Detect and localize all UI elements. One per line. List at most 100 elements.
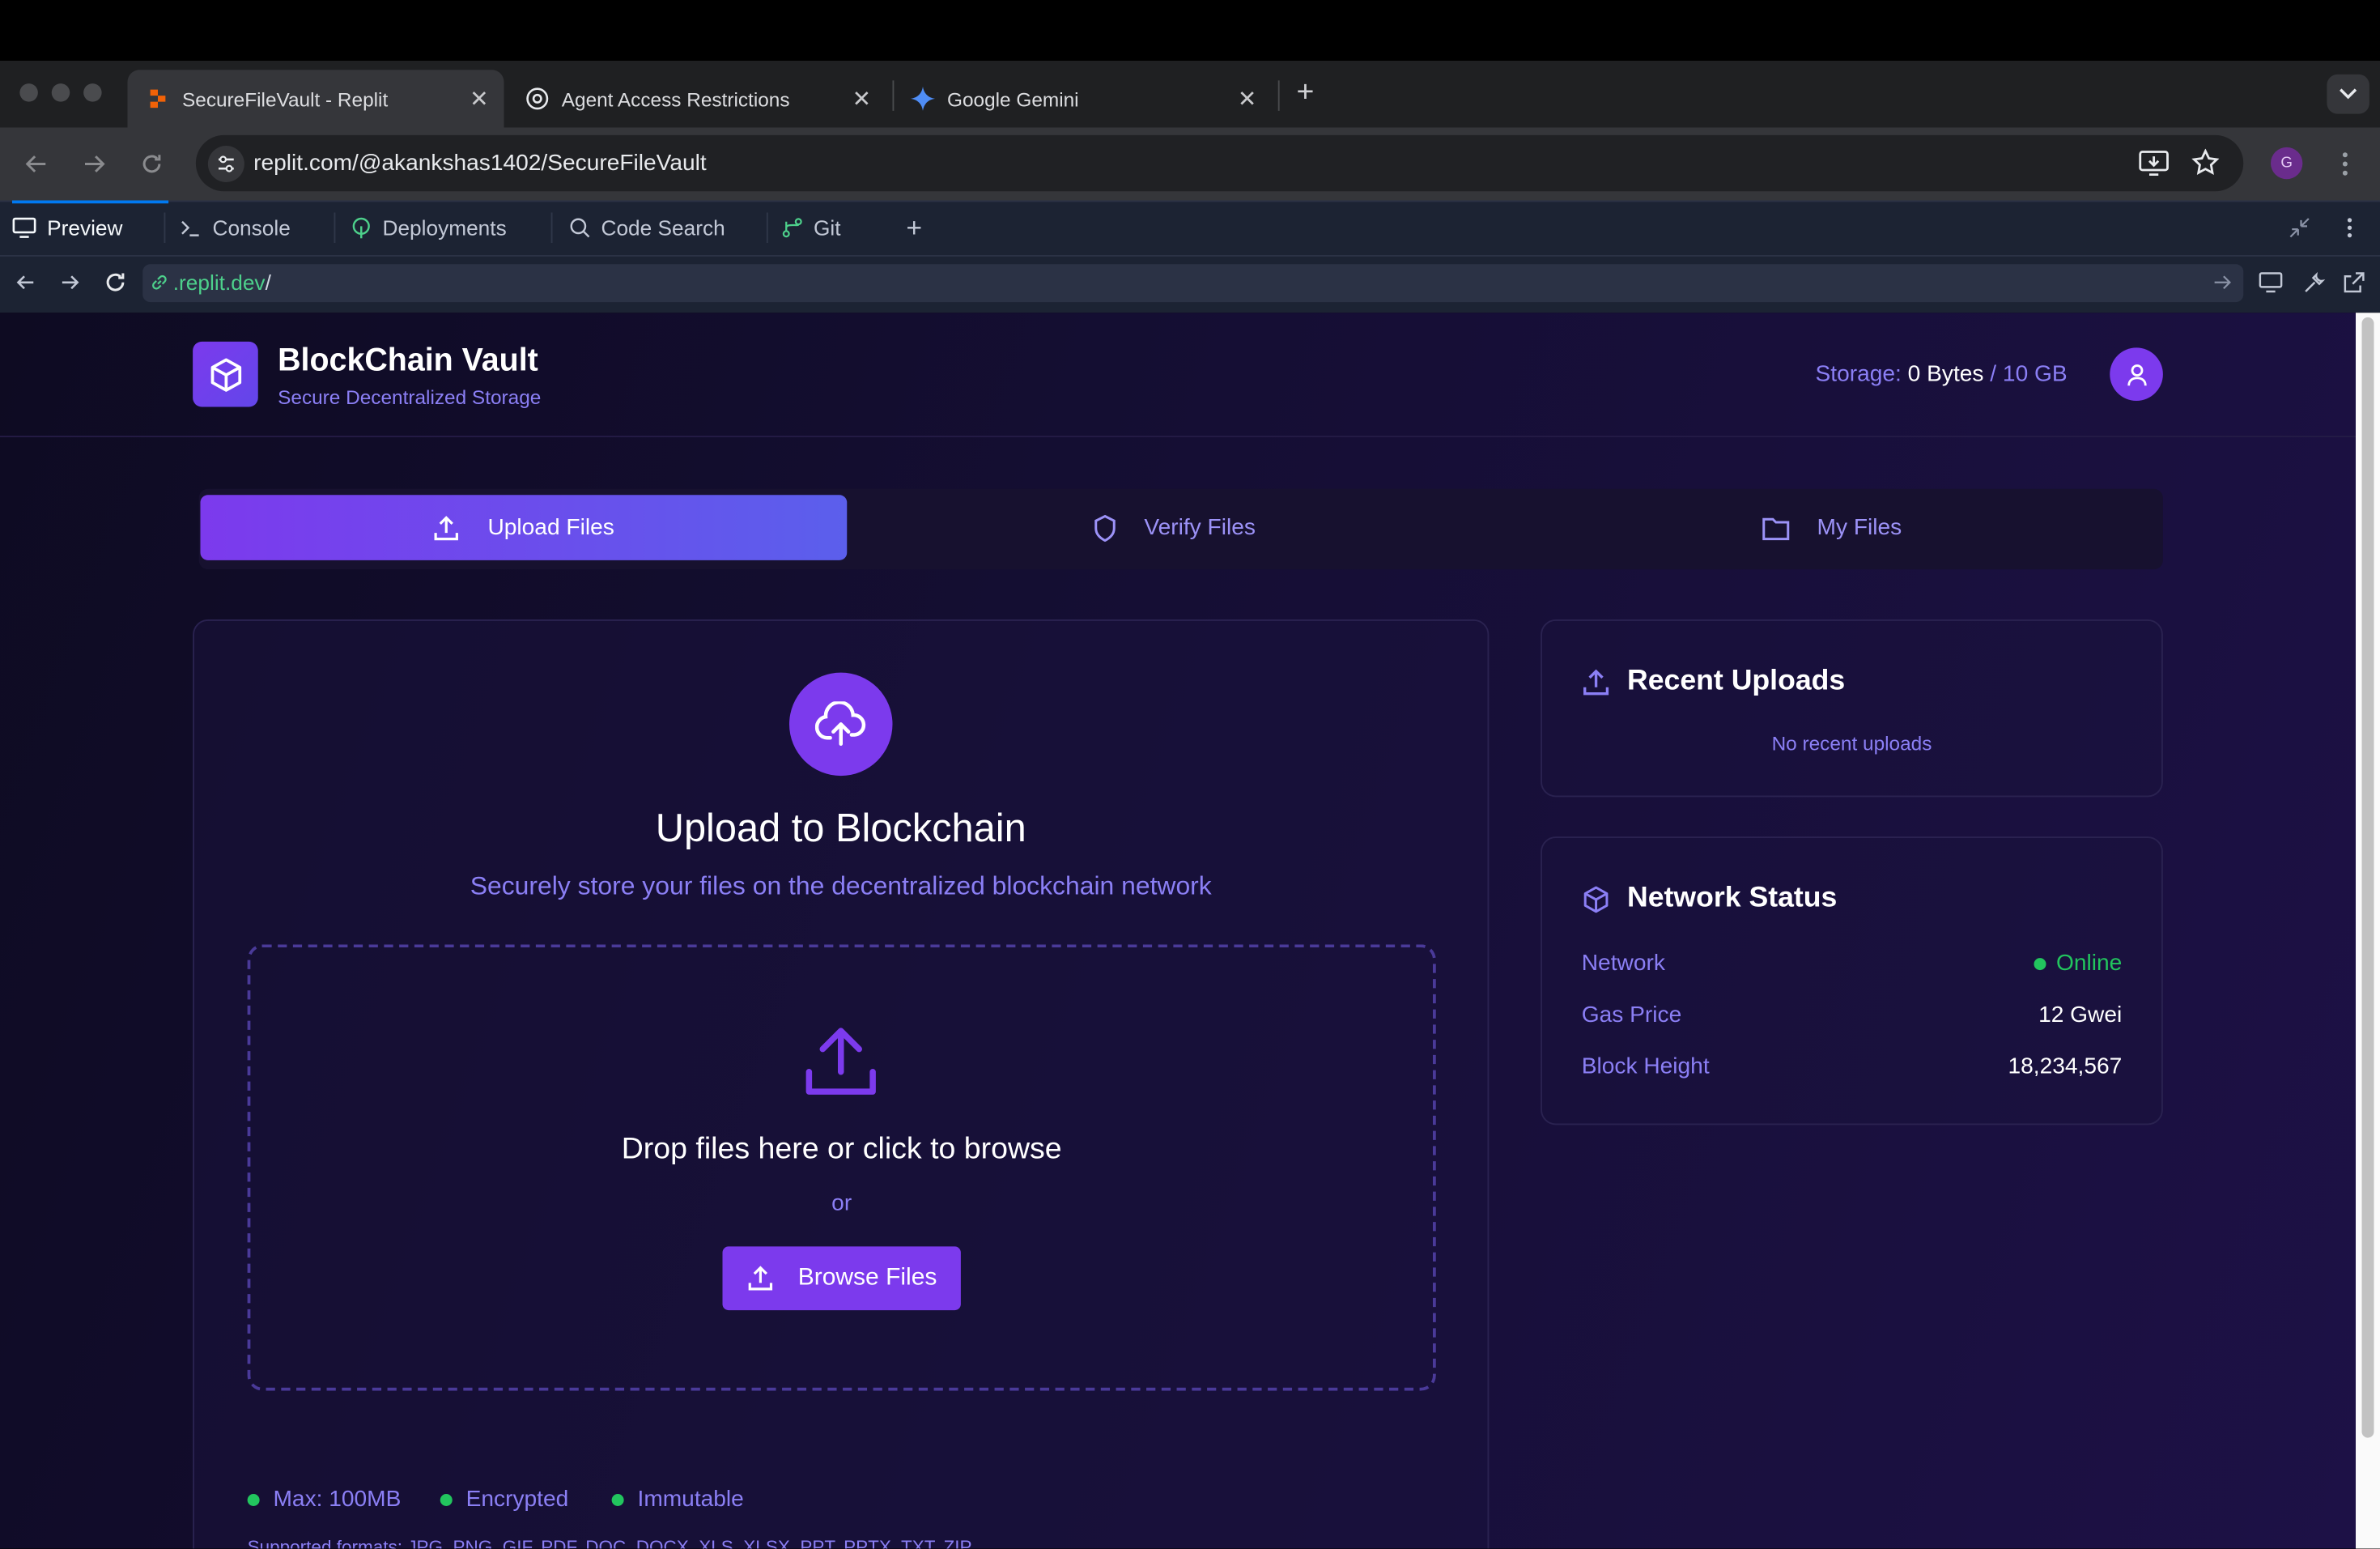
upload-icon [1582, 667, 1611, 696]
tab-console[interactable]: Console [181, 201, 291, 256]
tab-title: Agent Access Restrictions [561, 87, 790, 110]
supported-formats: Supported formats: JPG, PNG, GIF, PDF, D… [247, 1536, 972, 1549]
gas-price-row: Gas Price 12 Gwei [1581, 1002, 2123, 1028]
file-drop-zone[interactable] [247, 944, 1436, 1391]
app-page: BlockChain Vault Secure Decentralized St… [0, 313, 2356, 1549]
address-text[interactable]: replit.com/@akankshas1402/SecureFileVaul… [253, 151, 707, 177]
tab-title: SecureFileVault - Replit [182, 87, 389, 110]
cube-logo-icon [193, 341, 258, 407]
devtools-wrench-icon[interactable] [2295, 264, 2331, 300]
tab-label: Console [212, 215, 291, 240]
tab-separator [550, 212, 553, 243]
online-dot [2033, 957, 2046, 970]
close-tab-icon[interactable]: ✕ [470, 85, 489, 113]
preview-url-text[interactable]: .replit.dev/ [173, 270, 271, 295]
profile-avatar[interactable]: G [2271, 147, 2303, 180]
pane-menu-icon[interactable] [2347, 201, 2353, 256]
close-tab-icon[interactable]: ✕ [852, 85, 872, 113]
tab-my-files[interactable]: My Files [1501, 495, 2163, 560]
browser-tab-replit[interactable]: SecureFileVault - Replit ✕ [127, 70, 504, 128]
folder-icon [1762, 516, 1790, 540]
tab-title: Google Gemini [947, 87, 1079, 110]
shield-icon [1093, 513, 1117, 542]
forward-arrow-icon[interactable] [76, 146, 113, 182]
tab-preview[interactable]: Preview [12, 200, 168, 256]
tab-label: Verify Files [1144, 514, 1256, 541]
deployments-icon [351, 217, 372, 239]
status-dot [611, 1493, 624, 1506]
collapse-pane-icon[interactable] [2289, 201, 2310, 256]
browser-tab-agent[interactable]: Agent Access Restrictions ✕ [507, 70, 886, 127]
or-divider-text: or [831, 1190, 852, 1216]
reload-icon[interactable] [134, 146, 170, 182]
page-scrollbar[interactable] [2356, 313, 2380, 1549]
window-controls[interactable] [19, 83, 102, 102]
tab-separator [766, 212, 768, 243]
tab-code-search[interactable]: Code Search [569, 201, 725, 256]
go-arrow-icon[interactable] [2213, 274, 2232, 292]
tab-git[interactable]: Git [782, 201, 841, 256]
tab-search-chevron-icon[interactable] [2327, 74, 2369, 114]
tab-upload-files[interactable]: Upload Files [200, 495, 848, 560]
link-icon [151, 274, 169, 292]
tab-label: Code Search [601, 215, 725, 240]
maximize-window-button[interactable] [83, 83, 102, 102]
add-tab-plus-icon[interactable]: + [906, 201, 922, 256]
bookmark-star-icon[interactable] [2191, 148, 2220, 177]
button-label: Browse Files [797, 1264, 937, 1291]
tab-separator [164, 212, 166, 243]
feature-max-size: Max: 100MB [247, 1487, 401, 1513]
user-avatar-button[interactable] [2110, 347, 2163, 401]
drop-upload-icon [803, 1027, 879, 1096]
gemini-icon [911, 86, 935, 111]
minimize-window-button[interactable] [51, 83, 70, 102]
close-tab-icon[interactable]: ✕ [1238, 85, 1257, 113]
feature-encrypted: Encrypted [440, 1487, 568, 1513]
recent-uploads-card [1541, 619, 2163, 798]
site-settings-icon[interactable] [207, 146, 244, 182]
brand-title: BlockChain Vault [278, 343, 538, 378]
preview-reload-icon[interactable] [97, 264, 134, 300]
network-row: Network Online [1581, 950, 2123, 977]
upload-icon [746, 1265, 774, 1292]
preview-url-field[interactable]: .replit.dev/ [142, 264, 2244, 303]
monitor-icon [12, 217, 36, 238]
devices-icon[interactable] [2253, 264, 2289, 300]
network-status-heading: Network Status [1582, 882, 1837, 915]
cube-icon [1582, 884, 1611, 913]
open-new-window-icon[interactable] [2336, 264, 2373, 300]
preview-forward-icon[interactable] [52, 264, 88, 300]
upload-title: Upload to Blockchain [655, 804, 1026, 850]
tab-separator [334, 212, 336, 243]
back-arrow-icon[interactable] [19, 146, 55, 182]
install-app-icon[interactable] [2139, 149, 2170, 177]
upload-icon [433, 514, 461, 542]
tab-separator [1277, 80, 1280, 111]
status-dot [247, 1493, 260, 1506]
recent-uploads-empty: No recent uploads [1771, 731, 1932, 755]
scrollbar-thumb[interactable] [2361, 317, 2374, 1438]
preview-back-icon[interactable] [7, 264, 44, 300]
close-window-button[interactable] [19, 83, 38, 102]
browse-files-button[interactable]: Browse Files [722, 1246, 961, 1311]
tab-label: Git [814, 215, 841, 240]
tab-label: Upload Files [487, 514, 614, 541]
tab-deployments[interactable]: Deployments [351, 201, 507, 256]
new-tab-plus-icon[interactable]: + [1290, 76, 1321, 111]
status-dot [440, 1493, 453, 1506]
tab-verify-files[interactable]: Verify Files [847, 495, 1501, 560]
upload-subtitle: Securely store your files on the decentr… [470, 871, 1212, 900]
browser-tab-gemini[interactable]: Google Gemini ✕ [893, 70, 1273, 127]
cloud-upload-icon [789, 672, 893, 777]
terminal-icon [181, 217, 202, 238]
screen-top-bar [0, 0, 2380, 61]
replit-icon [146, 87, 170, 111]
git-branch-icon [782, 217, 803, 238]
block-height-row: Block Height 18,234,567 [1581, 1053, 2123, 1080]
feature-immutable: Immutable [611, 1487, 744, 1513]
browser-menu-icon[interactable] [2330, 149, 2361, 180]
address-bar[interactable]: replit.com/@akankshas1402/SecureFileVaul… [195, 134, 2244, 192]
openai-icon [525, 87, 550, 111]
search-icon [569, 217, 590, 238]
recent-uploads-heading: Recent Uploads [1582, 665, 1845, 698]
